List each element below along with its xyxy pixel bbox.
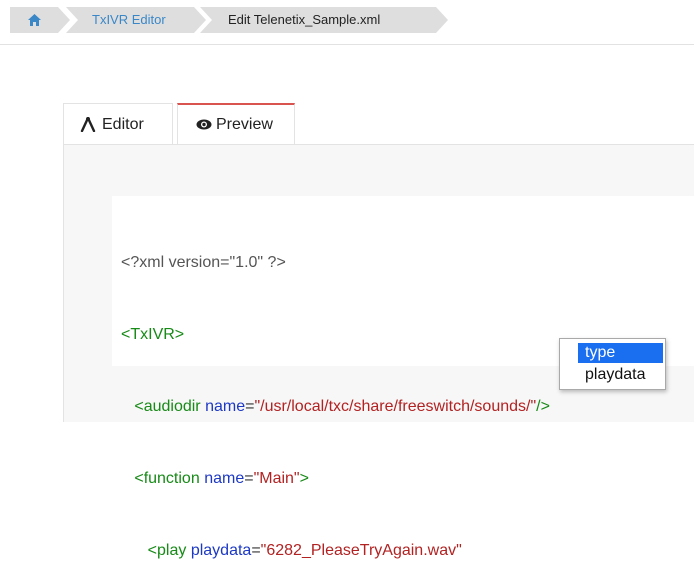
xml-attribute: name	[205, 398, 246, 415]
xml-equals: =	[251, 542, 261, 559]
autocomplete-option-playdata[interactable]: playdata	[578, 365, 663, 385]
xml-tag: <play	[147, 542, 187, 559]
code-line: <function name="Main">	[121, 467, 550, 491]
xml-tag: <TxIVR>	[121, 326, 185, 343]
xml-tag-close: />	[536, 398, 550, 415]
breadcrumb-label: TxIVR Editor	[92, 12, 166, 27]
xml-tag-close: >	[299, 470, 309, 487]
xml-attribute: playdata	[190, 542, 252, 559]
autocomplete-option-type[interactable]: type	[578, 343, 663, 363]
xml-value: "Main"	[253, 470, 300, 487]
breadcrumb: TxIVR Editor Edit Telenetix_Sample.xml	[0, 0, 694, 44]
editor-icon	[80, 117, 96, 132]
xml-value: "/usr/local/txc/share/freeswitch/sounds/…	[254, 398, 537, 415]
code-line: <TxIVR>	[121, 323, 550, 347]
xml-tag: <function	[134, 470, 200, 487]
breadcrumb-label: Edit Telenetix_Sample.xml	[228, 12, 381, 27]
tab-preview[interactable]: Preview	[177, 103, 295, 145]
tab-editor[interactable]: Editor	[63, 103, 173, 144]
autocomplete-dropdown: type playdata	[559, 338, 666, 390]
xml-code[interactable]: <?xml version="1.0" ?> <TxIVR> <audiodir…	[121, 203, 550, 587]
breadcrumb-edit-file: Edit Telenetix_Sample.xml	[200, 7, 448, 33]
breadcrumb-home[interactable]	[10, 7, 70, 33]
xml-attribute: name	[204, 470, 245, 487]
home-icon	[28, 14, 41, 26]
xml-declaration: <?xml version="1.0" ?>	[121, 254, 286, 271]
xml-equals: =	[244, 470, 254, 487]
code-line: <play playdata="6282_PleaseTryAgain.wav"	[121, 539, 550, 563]
xml-value: "6282_PleaseTryAgain.wav"	[260, 542, 462, 559]
xml-tag: <audiodir	[134, 398, 201, 415]
eye-icon	[196, 119, 212, 130]
code-line: <?xml version="1.0" ?>	[121, 251, 550, 275]
breadcrumb-txivr-editor[interactable]: TxIVR Editor	[66, 7, 206, 33]
code-line: <audiodir name="/usr/local/txc/share/fre…	[121, 395, 550, 419]
tab-label: Preview	[216, 116, 273, 133]
tab-label: Editor	[102, 116, 144, 133]
header-divider	[0, 44, 694, 45]
